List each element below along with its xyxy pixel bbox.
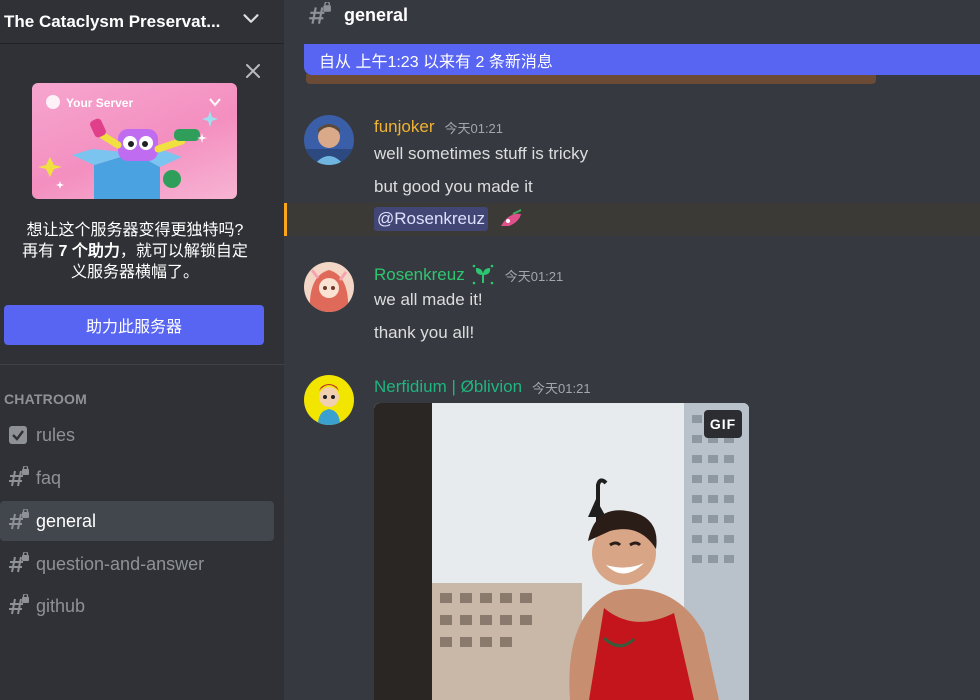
boost-text-pre: 再有 bbox=[22, 243, 59, 260]
boost-text-line3: 义服务器横幅了。 bbox=[70, 264, 199, 281]
channel-title: general bbox=[344, 4, 409, 25]
sidebar-item-faq[interactable]: faq bbox=[0, 458, 274, 498]
boost-description: 想让这个服务器变得更独特吗? 再有 7 个助力，就可以解锁自定 义服务器横幅了。 bbox=[0, 220, 270, 283]
server-header[interactable]: The Cataclysm Preservat... bbox=[0, 0, 284, 44]
sidebar-item-label: faq bbox=[36, 467, 62, 488]
boost-count-highlight: 7 个助力 bbox=[58, 243, 120, 260]
user-mention[interactable]: @Rosenkreuz bbox=[374, 207, 488, 231]
sidebar-item-label: rules bbox=[36, 424, 76, 445]
avatar[interactable] bbox=[304, 262, 354, 312]
timestamp: 今天01:21 bbox=[504, 268, 564, 284]
message-header: Rosenkreuz 今天01:21 bbox=[374, 263, 563, 287]
boost-text-line2: 再有 7 个助力，就可以解锁自定 bbox=[0, 241, 270, 262]
sidebar-item-label: github bbox=[36, 595, 86, 616]
channel-sidebar: The Cataclysm Preservat... Your Server 想… bbox=[0, 0, 284, 700]
hash-lock-icon bbox=[9, 466, 29, 487]
message-header: Nerfidium | Øblivion 今天01:21 bbox=[374, 377, 591, 397]
sidebar-item-label: general bbox=[36, 510, 97, 531]
username[interactable]: funjoker bbox=[374, 117, 434, 137]
chevron-down-icon[interactable] bbox=[240, 8, 262, 30]
gif-attachment[interactable]: GIF bbox=[374, 403, 749, 700]
boost-promo-card: Your Server 想让这个服务器变得更独特吗? 再有 7 个助力，就可以解… bbox=[0, 45, 284, 365]
hash-lock-icon bbox=[9, 594, 29, 615]
boost-text-post: ，就可以解锁自定 bbox=[119, 243, 248, 260]
message-text: well sometimes stuff is tricky bbox=[374, 144, 589, 163]
avatar[interactable] bbox=[304, 115, 354, 165]
hash-lock-icon bbox=[9, 509, 29, 530]
rules-checkbox-icon bbox=[9, 426, 27, 444]
previous-attachment-edge bbox=[306, 74, 876, 84]
sidebar-item-rules[interactable]: rules bbox=[0, 415, 274, 455]
mention-message-row: @Rosenkreuz bbox=[284, 203, 980, 236]
timestamp: 今天01:21 bbox=[532, 380, 591, 396]
avatar[interactable] bbox=[304, 375, 354, 425]
gif-preview-image bbox=[374, 403, 749, 700]
custom-emoji-icon bbox=[501, 209, 522, 226]
sidebar-item-question-and-answer[interactable]: question-and-answer bbox=[0, 544, 274, 584]
chat-area: general 自从 上午1:23 以来有 2 条新消息 funjoker 今天… bbox=[284, 0, 980, 700]
sprout-badge-icon bbox=[472, 264, 494, 285]
username[interactable]: Nerfidium | Øblivion bbox=[374, 377, 522, 397]
boost-server-button[interactable]: 助力此服务器 bbox=[4, 305, 264, 345]
message-text: but good you made it bbox=[374, 177, 533, 196]
hash-lock-icon bbox=[9, 552, 29, 573]
boost-banner-illustration: Your Server bbox=[32, 83, 237, 199]
message-header: funjoker 今天01:21 bbox=[374, 117, 503, 137]
channel-header: general bbox=[284, 0, 980, 30]
sidebar-item-general[interactable]: general bbox=[0, 501, 274, 541]
hash-lock-icon bbox=[309, 2, 331, 24]
new-messages-bar[interactable]: 自从 上午1:23 以来有 2 条新消息 bbox=[304, 44, 980, 75]
sidebar-item-github[interactable]: github bbox=[0, 586, 274, 626]
server-name[interactable]: The Cataclysm Preservat... bbox=[4, 12, 244, 32]
channel-category[interactable]: CHATROOM bbox=[4, 391, 87, 407]
username[interactable]: Rosenkreuz bbox=[374, 265, 465, 285]
close-icon[interactable] bbox=[243, 61, 263, 81]
sidebar-item-label: question-and-answer bbox=[36, 553, 205, 574]
mascot-in-box-icon bbox=[38, 111, 218, 199]
message-text: thank you all! bbox=[374, 323, 475, 342]
boost-text-line1: 想让这个服务器变得更独特吗? bbox=[26, 222, 244, 239]
message-text: we all made it! bbox=[374, 290, 483, 309]
gif-badge: GIF bbox=[704, 410, 742, 438]
timestamp: 今天01:21 bbox=[444, 120, 504, 136]
